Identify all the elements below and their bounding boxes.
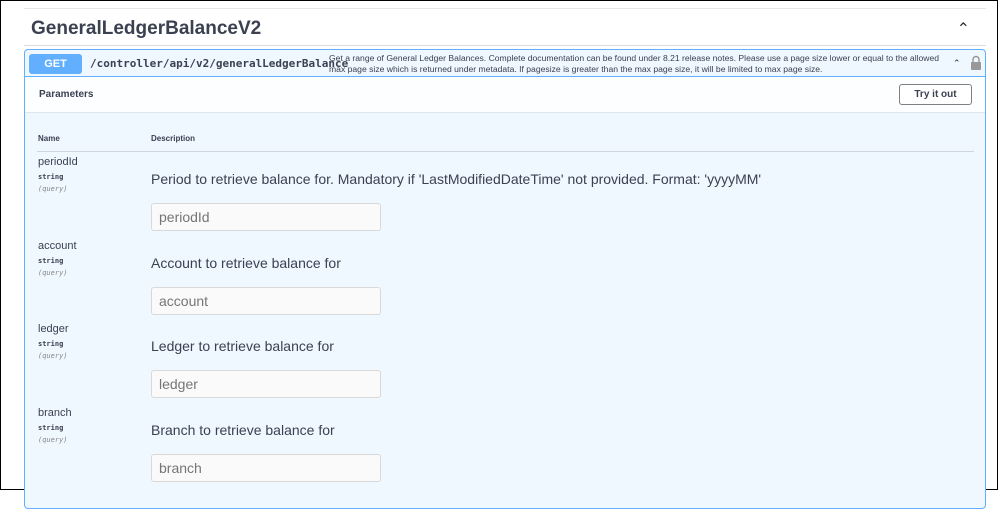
periodId-input[interactable] xyxy=(151,203,381,231)
method-badge: GET xyxy=(29,54,82,74)
parameter-description: Branch to retrieve balance for xyxy=(151,421,335,438)
parameter-location: (query) xyxy=(38,352,68,360)
parameter-name: ledger xyxy=(38,323,69,335)
operation-summary[interactable]: GET /controller/api/v2/generalLedgerBala… xyxy=(25,50,985,77)
chevron-up-icon[interactable]: ⌃ xyxy=(953,58,961,69)
parameter-name: branch xyxy=(38,406,72,419)
parameter-name: periodId xyxy=(38,156,78,168)
operation-path: /controller/api/v2/generalLedgerBalance xyxy=(90,57,349,70)
parameter-type: string xyxy=(38,256,64,265)
ledger-input[interactable] xyxy=(151,370,381,398)
parameter-type: string xyxy=(38,173,64,181)
parameter-location: (query) xyxy=(38,435,68,444)
parameter-name: account xyxy=(38,239,77,252)
parameters-header: Parameters Try it out xyxy=(25,77,985,113)
operation-description: Get a range of General Ledger Balances. … xyxy=(329,53,940,74)
parameter-description: Period to retrieve balance for. Mandator… xyxy=(151,171,762,187)
column-header-name: Name xyxy=(38,134,60,143)
parameter-location: (query) xyxy=(38,185,68,193)
section-title: GeneralLedgerBalanceV2 xyxy=(31,18,262,39)
divider xyxy=(37,151,974,152)
parameter-type: string xyxy=(38,340,64,348)
parameter-type: string xyxy=(38,423,64,432)
chevron-up-icon[interactable]: ⌃ xyxy=(957,19,970,39)
section-header[interactable]: GeneralLedgerBalanceV2 ⌃ xyxy=(24,9,986,46)
account-input[interactable] xyxy=(151,286,381,315)
parameters-title: Parameters xyxy=(39,89,94,100)
branch-input[interactable] xyxy=(151,453,381,482)
parameter-location: (query) xyxy=(38,268,68,277)
lock-icon[interactable] xyxy=(970,55,982,71)
parameter-description: Account to retrieve balance for xyxy=(151,254,341,271)
try-it-out-button[interactable]: Try it out xyxy=(899,84,972,105)
parameter-description: Ledger to retrieve balance for xyxy=(151,338,334,354)
operation-block: GET /controller/api/v2/generalLedgerBala… xyxy=(24,49,986,509)
column-header-description: Description xyxy=(151,134,196,143)
